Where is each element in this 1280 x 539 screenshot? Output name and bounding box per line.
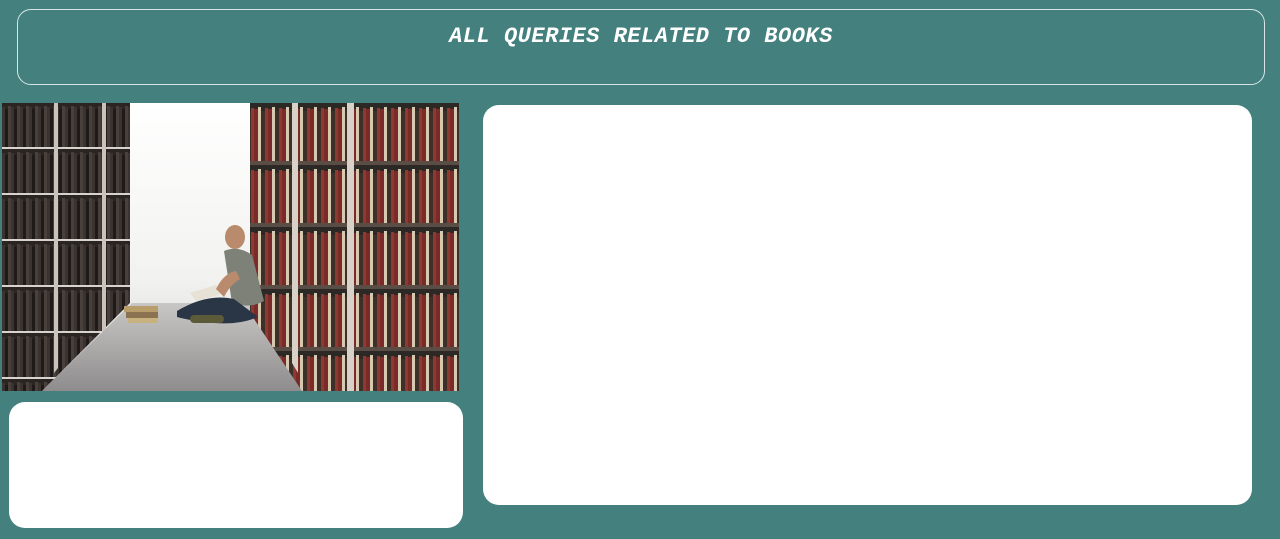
header-banner: ALL QUERIES RELATED TO BOOKS	[17, 9, 1265, 85]
content-panel	[483, 105, 1252, 505]
info-panel	[9, 402, 463, 528]
page-title: ALL QUERIES RELATED TO BOOKS	[449, 24, 833, 49]
library-photo	[2, 103, 459, 391]
